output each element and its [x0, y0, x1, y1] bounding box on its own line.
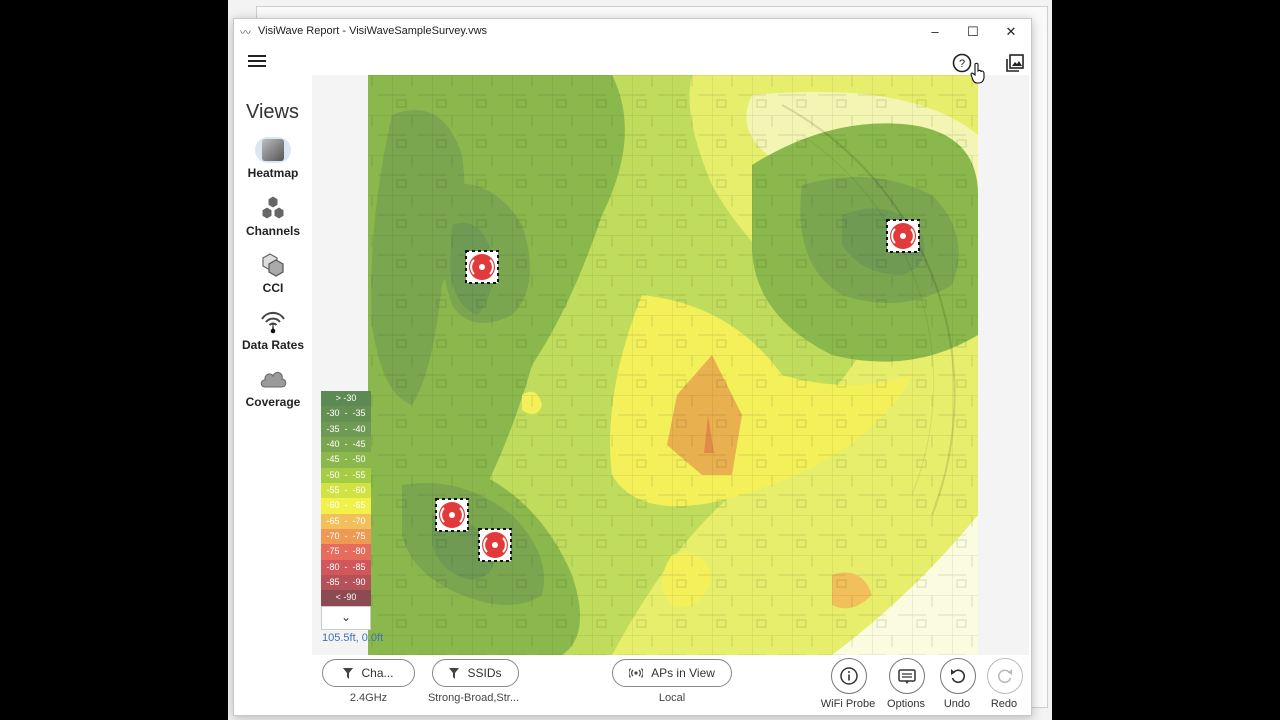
legend-row: -30 - -35	[321, 406, 371, 422]
filter-icon	[343, 667, 354, 679]
ssids-filter-caption: Strong-Broad,Str...	[427, 692, 520, 704]
legend-row: -75 - -80	[321, 544, 371, 560]
undo-button[interactable]	[940, 658, 976, 694]
view-coverage-label: Coverage	[245, 395, 301, 409]
channels-filter-button[interactable]: Cha...	[322, 659, 415, 687]
legend-row: -80 - -85	[321, 559, 371, 576]
image-gallery-icon[interactable]	[1004, 52, 1026, 74]
access-point-marker[interactable]	[465, 250, 499, 284]
heatmap-canvas[interactable]: > -30 -30 - -35 -35 - -40 -40 - -45 -45 - -5…	[312, 75, 1029, 655]
legend-row: -45 - -50	[321, 452, 371, 468]
aps-in-view-label: APs in View	[651, 666, 715, 680]
legend-row: -40 - -45	[321, 437, 371, 453]
cursor-coordinates: 105.5ft, 0.0ft	[322, 632, 384, 644]
views-sidebar: Views Heatmap Channels CCI Data Rates Co…	[234, 75, 312, 655]
redo-button[interactable]	[987, 658, 1023, 694]
legend-row: > -30	[321, 391, 371, 407]
ssids-filter-button[interactable]: SSIDs	[432, 659, 519, 687]
ssids-filter-label: SSIDs	[467, 666, 502, 680]
view-coverage[interactable]: Coverage	[234, 366, 312, 409]
bottom-toolbar: Cha... 2.4GHz SSIDs Strong-Broad,Str... …	[312, 655, 1029, 715]
legend-row: -50 - -55	[321, 467, 371, 484]
access-point-marker[interactable]	[478, 528, 512, 562]
access-point-marker[interactable]	[435, 498, 469, 532]
channels-filter-caption: 2.4GHz	[349, 692, 388, 704]
access-point-marker[interactable]	[886, 219, 920, 253]
legend-row: -65 - -70	[321, 513, 371, 530]
legend-row: < -90	[321, 590, 371, 606]
broadcast-icon	[629, 668, 644, 678]
redo-icon	[997, 669, 1012, 684]
info-icon	[840, 667, 858, 685]
legend-expand-chevron-icon[interactable]: ⌄	[321, 605, 371, 630]
desktop-area: 〰 VisiWave Report - VisiWaveSampleSurvey…	[228, 0, 1052, 720]
report-window: 〰 VisiWave Report - VisiWaveSampleSurvey…	[233, 18, 1032, 716]
window-title: VisiWave Report - VisiWaveSampleSurvey.v…	[258, 25, 488, 37]
view-data-rates-label: Data Rates	[241, 338, 305, 352]
view-data-rates[interactable]: Data Rates	[234, 309, 312, 352]
options-button[interactable]	[889, 658, 925, 694]
aps-in-view-caption: Local	[658, 692, 686, 704]
legend-row: -85 - -90	[321, 575, 371, 591]
redo-label: Redo	[990, 698, 1018, 710]
hexagons-icon	[255, 195, 291, 221]
aps-in-view-button[interactable]: APs in View	[612, 659, 732, 687]
legend-row: -70 - -75	[321, 529, 371, 545]
wifi-fan-icon	[255, 309, 291, 335]
visiwave-app-icon: 〰	[240, 27, 251, 39]
wifi-probe-button[interactable]	[831, 658, 867, 694]
title-bar: 〰 VisiWave Report - VisiWaveSampleSurvey…	[234, 19, 1031, 45]
svg-text:?: ?	[959, 58, 965, 70]
overlapping-hexagons-icon	[255, 252, 291, 278]
heatmap-image[interactable]	[312, 75, 1029, 655]
legend-row: -60 - -65	[321, 498, 371, 514]
view-cci-label: CCI	[262, 281, 284, 295]
view-heatmap[interactable]: Heatmap	[234, 137, 312, 180]
cloud-icon	[255, 366, 291, 392]
view-channels-label: Channels	[245, 224, 300, 238]
view-cci[interactable]: CCI	[234, 252, 312, 295]
legend-row: -35 - -40	[321, 421, 371, 438]
views-title: Views	[246, 101, 299, 123]
heatmap-square-icon	[255, 137, 291, 163]
wifi-probe-label: WiFi Probe	[820, 698, 876, 710]
minimize-button[interactable]: –	[917, 21, 953, 43]
close-button[interactable]: ✕	[993, 21, 1029, 43]
legend-row: -55 - -60	[321, 483, 371, 499]
hand-cursor-icon	[970, 62, 985, 84]
options-icon	[898, 669, 916, 684]
filter-icon	[449, 667, 460, 679]
channels-filter-label: Cha...	[361, 666, 394, 680]
maximize-button[interactable]: ☐	[955, 21, 991, 43]
hamburger-menu-icon[interactable]	[248, 55, 266, 69]
view-heatmap-label: Heatmap	[247, 166, 299, 180]
undo-icon	[951, 669, 966, 684]
view-channels[interactable]: Channels	[234, 195, 312, 238]
signal-legend: > -30 -30 - -35 -35 - -40 -40 - -45 -45 - -5…	[321, 391, 371, 630]
